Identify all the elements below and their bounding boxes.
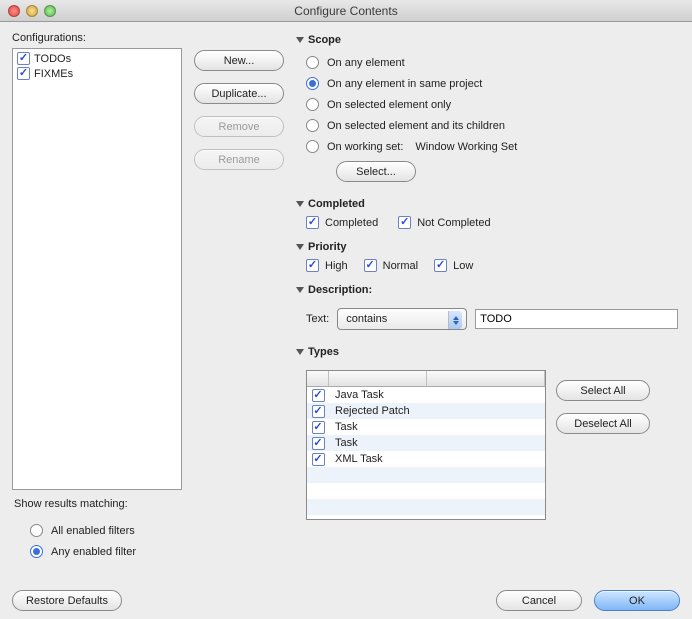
deselect-all-button[interactable]: Deselect All bbox=[556, 413, 650, 434]
configurations-list[interactable]: TODOs FIXMEs bbox=[12, 48, 182, 490]
checkbox-icon[interactable] bbox=[312, 453, 325, 466]
config-item-label: FIXMEs bbox=[34, 68, 73, 80]
scope-title: Scope bbox=[308, 34, 341, 46]
radio-selected-only-label: On selected element only bbox=[327, 99, 451, 111]
disclosure-icon bbox=[296, 244, 304, 250]
radio-all-filters[interactable] bbox=[30, 524, 43, 537]
checkbox-icon[interactable] bbox=[17, 67, 30, 80]
config-item-label: TODOs bbox=[34, 53, 71, 65]
checkbox-not-completed[interactable] bbox=[398, 216, 411, 229]
select-working-set-button[interactable]: Select... bbox=[336, 161, 416, 182]
radio-any-element-label: On any element bbox=[327, 57, 405, 69]
type-label: Rejected Patch bbox=[329, 405, 427, 417]
window-controls bbox=[8, 5, 56, 17]
checkbox-icon[interactable] bbox=[312, 405, 325, 418]
checkbox-icon[interactable] bbox=[312, 421, 325, 434]
show-results-label: Show results matching: bbox=[14, 498, 182, 510]
description-header[interactable]: Description: bbox=[296, 284, 678, 296]
minimize-icon[interactable] bbox=[26, 5, 38, 17]
table-row[interactable]: Java Task bbox=[307, 387, 545, 403]
checkbox-high-label: High bbox=[325, 260, 348, 272]
types-header[interactable]: Types bbox=[296, 346, 678, 358]
disclosure-icon bbox=[296, 201, 304, 207]
radio-working-set[interactable] bbox=[306, 140, 319, 153]
completed-header[interactable]: Completed bbox=[296, 198, 678, 210]
checkbox-low[interactable] bbox=[434, 259, 447, 272]
configurations-label: Configurations: bbox=[12, 32, 182, 44]
type-label: Task bbox=[329, 421, 427, 433]
completed-title: Completed bbox=[308, 198, 365, 210]
table-row[interactable]: XML Task bbox=[307, 451, 545, 467]
disclosure-icon bbox=[296, 287, 304, 293]
checkbox-not-completed-label: Not Completed bbox=[417, 217, 490, 229]
radio-any-element[interactable] bbox=[306, 56, 319, 69]
close-icon[interactable] bbox=[8, 5, 20, 17]
radio-any-filter-label: Any enabled filter bbox=[51, 546, 136, 558]
radio-selected-children-label: On selected element and its children bbox=[327, 120, 505, 132]
checkbox-normal-label: Normal bbox=[383, 260, 418, 272]
radio-all-filters-label: All enabled filters bbox=[51, 525, 135, 537]
chevron-updown-icon bbox=[448, 311, 462, 329]
restore-defaults-button[interactable]: Restore Defaults bbox=[12, 590, 122, 611]
radio-working-set-label: On working set: bbox=[327, 141, 403, 153]
checkbox-completed-label: Completed bbox=[325, 217, 378, 229]
titlebar: Configure Contents bbox=[0, 0, 692, 22]
type-label: Task bbox=[329, 437, 427, 449]
table-header bbox=[307, 371, 545, 387]
disclosure-icon bbox=[296, 37, 304, 43]
table-row[interactable]: Task bbox=[307, 435, 545, 451]
new-button[interactable]: New... bbox=[194, 50, 284, 71]
working-set-value: Window Working Set bbox=[415, 141, 517, 153]
config-item[interactable]: TODOs bbox=[13, 51, 181, 66]
checkbox-normal[interactable] bbox=[364, 259, 377, 272]
type-label: XML Task bbox=[329, 453, 427, 465]
zoom-icon[interactable] bbox=[44, 5, 56, 17]
remove-button: Remove bbox=[194, 116, 284, 137]
radio-any-filter[interactable] bbox=[30, 545, 43, 558]
text-label: Text: bbox=[306, 313, 329, 325]
radio-same-project-label: On any element in same project bbox=[327, 78, 482, 90]
duplicate-button[interactable]: Duplicate... bbox=[194, 83, 284, 104]
checkbox-icon[interactable] bbox=[17, 52, 30, 65]
window-title: Configure Contents bbox=[8, 4, 684, 18]
priority-title: Priority bbox=[308, 241, 347, 253]
config-item[interactable]: FIXMEs bbox=[13, 66, 181, 81]
radio-same-project[interactable] bbox=[306, 77, 319, 90]
checkbox-icon[interactable] bbox=[312, 389, 325, 402]
rename-button: Rename bbox=[194, 149, 284, 170]
checkbox-completed[interactable] bbox=[306, 216, 319, 229]
disclosure-icon bbox=[296, 349, 304, 355]
checkbox-icon[interactable] bbox=[312, 437, 325, 450]
select-all-button[interactable]: Select All bbox=[556, 380, 650, 401]
types-title: Types bbox=[308, 346, 339, 358]
checkbox-high[interactable] bbox=[306, 259, 319, 272]
cancel-button[interactable]: Cancel bbox=[496, 590, 582, 611]
radio-selected-children[interactable] bbox=[306, 119, 319, 132]
scope-header[interactable]: Scope bbox=[296, 34, 678, 46]
radio-selected-only[interactable] bbox=[306, 98, 319, 111]
description-text-input[interactable] bbox=[475, 309, 678, 329]
type-label: Java Task bbox=[329, 389, 427, 401]
description-mode-combo[interactable]: contains bbox=[337, 308, 467, 330]
table-row[interactable]: Task bbox=[307, 419, 545, 435]
ok-button[interactable]: OK bbox=[594, 590, 680, 611]
priority-header[interactable]: Priority bbox=[296, 241, 678, 253]
combo-value: contains bbox=[346, 313, 387, 325]
description-title: Description: bbox=[308, 284, 372, 296]
table-row[interactable]: Rejected Patch bbox=[307, 403, 545, 419]
types-table[interactable]: Java Task Rejected Patch Task Task XML Task bbox=[306, 370, 546, 520]
checkbox-low-label: Low bbox=[453, 260, 473, 272]
